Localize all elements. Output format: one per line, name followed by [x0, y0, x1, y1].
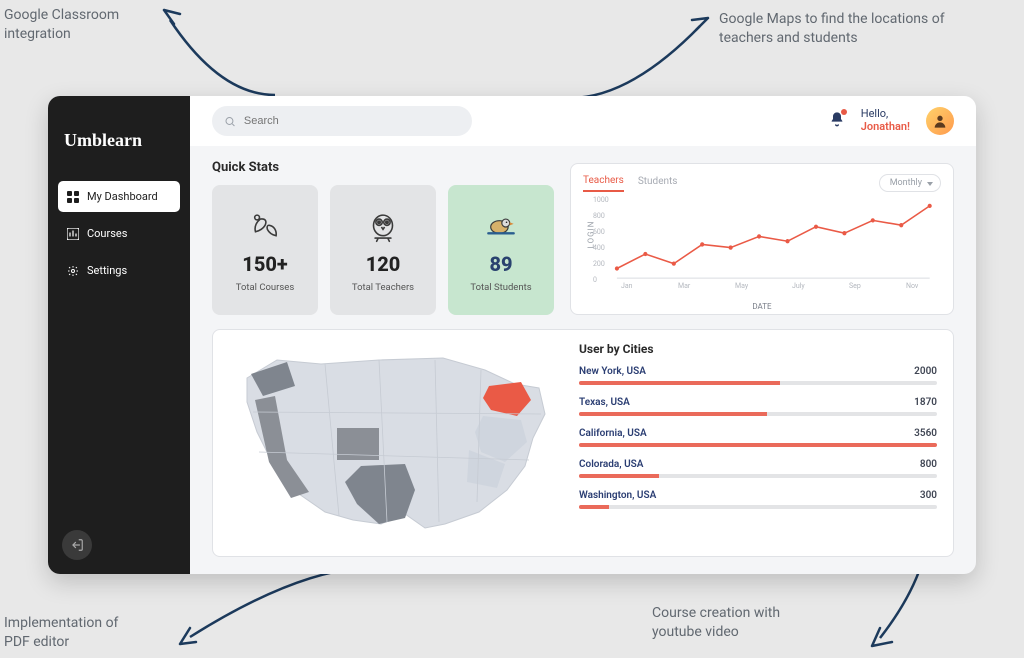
chart-xlabel: DATE: [583, 302, 941, 311]
user-icon: [932, 113, 948, 129]
annotation-bottom-right: Course creation with youtube video: [652, 604, 780, 642]
city-name: Colorada, USA: [579, 459, 643, 470]
city-bar-track: [579, 412, 937, 416]
search-box[interactable]: [212, 106, 472, 136]
sidebar-item-label: Courses: [87, 227, 127, 240]
usa-map: [229, 342, 559, 544]
chart-ytick: 400: [593, 244, 605, 252]
annotation-arrow-icon: [160, 562, 370, 657]
avatar[interactable]: [926, 107, 954, 135]
main-area: Hello, Jonathan! Quick Stats 150+: [190, 96, 976, 574]
chart-ytick: 1000: [593, 196, 609, 204]
chart-xtick: May: [735, 282, 748, 290]
period-dropdown[interactable]: Monthly: [879, 174, 941, 192]
search-input[interactable]: [244, 115, 460, 127]
chart-ytick: 200: [593, 260, 605, 268]
annotation-top-left: Google Classroom integration: [4, 6, 119, 44]
chart-icon: [66, 227, 79, 240]
city-row: Washington, USA 300: [579, 490, 937, 509]
stat-value: 150+: [242, 252, 287, 276]
city-bar-fill: [579, 474, 659, 478]
city-bar-fill: [579, 381, 780, 385]
chart-xtick: Nov: [906, 282, 918, 290]
city-bar-track: [579, 381, 937, 385]
logout-icon: [70, 538, 84, 552]
city-name: Texas, USA: [579, 397, 630, 408]
tab-teachers[interactable]: Teachers: [583, 175, 624, 192]
content-area: Quick Stats 150+ Total Courses: [190, 146, 976, 571]
annotation-bottom-left: Implementation of PDF editor: [4, 614, 118, 652]
city-value: 2000: [914, 366, 937, 377]
cities-list: User by Cities New York, USA 2000 Texas, U…: [579, 342, 937, 544]
greeting: Hello, Jonathan!: [861, 108, 910, 133]
topbar: Hello, Jonathan!: [190, 96, 976, 146]
chart-xtick: July: [792, 282, 805, 290]
city-value: 800: [920, 459, 937, 470]
city-bar-fill: [579, 443, 937, 447]
leaf-icon: [245, 208, 285, 246]
notification-dot-icon: [841, 109, 847, 115]
city-bar-track: [579, 474, 937, 478]
sidebar-item-label: My Dashboard: [87, 190, 158, 203]
city-row: New York, USA 2000: [579, 366, 937, 385]
city-row: Colorada, USA 800: [579, 459, 937, 478]
stat-card-courses: 150+ Total Courses: [212, 185, 318, 315]
chart-body: LOGIN 1000 800 600 400 200 0 Jan Mar May…: [583, 192, 941, 300]
stat-cards: 150+ Total Courses 120 Total Teachers: [212, 185, 554, 315]
city-bar-fill: [579, 412, 767, 416]
sidebar-item-settings[interactable]: Settings: [58, 255, 180, 286]
tab-students[interactable]: Students: [638, 176, 678, 191]
sidebar-item-courses[interactable]: Courses: [58, 218, 180, 249]
annotation-arrow-icon: [130, 0, 280, 105]
sidebar-item-label: Settings: [87, 264, 127, 277]
city-bar-track: [579, 505, 937, 509]
stat-card-teachers: 120 Total Teachers: [330, 185, 436, 315]
city-bar-fill: [579, 505, 609, 509]
brand-logo: Umblearn: [58, 110, 180, 181]
city-row: California, USA 3560: [579, 428, 937, 447]
city-row: Texas, USA 1870: [579, 397, 937, 416]
greeting-name: Jonathan!: [861, 121, 910, 134]
city-bar-track: [579, 443, 937, 447]
notifications-button[interactable]: [829, 111, 845, 131]
gear-icon: [66, 264, 79, 277]
stat-value: 120: [366, 252, 401, 276]
bird-icon: [481, 208, 521, 246]
city-name: Washington, USA: [579, 490, 656, 501]
stat-card-students: 89 Total Students: [448, 185, 554, 315]
annotation-top-right: Google Maps to find the locations of tea…: [719, 10, 945, 48]
app-window: Umblearn My Dashboard Courses Settings: [48, 96, 976, 574]
chart-xtick: Sep: [849, 282, 861, 290]
logout-button[interactable]: [62, 530, 92, 560]
city-name: California, USA: [579, 428, 647, 439]
owl-icon: [363, 208, 403, 246]
line-chart: [583, 192, 941, 300]
city-value: 1870: [914, 397, 937, 408]
city-name: New York, USA: [579, 366, 646, 377]
cities-title: User by Cities: [579, 342, 937, 356]
user-by-cities-panel: User by Cities New York, USA 2000 Texas, U…: [212, 329, 954, 557]
chart-xtick: Jan: [621, 282, 633, 290]
stat-label: Total Students: [470, 282, 531, 293]
sidebar: Umblearn My Dashboard Courses Settings: [48, 96, 190, 574]
chart-ytick: 600: [593, 228, 605, 236]
usa-map-svg: [229, 342, 559, 542]
city-value: 300: [920, 490, 937, 501]
chart-xtick: Mar: [678, 282, 690, 290]
chart-ytick: 0: [593, 276, 597, 284]
sidebar-item-dashboard[interactable]: My Dashboard: [58, 181, 180, 212]
stat-label: Total Teachers: [352, 282, 414, 293]
stat-value: 89: [489, 252, 512, 276]
login-chart-panel: Teachers Students Monthly LOGIN 1000 800…: [570, 163, 954, 315]
search-icon: [224, 115, 236, 128]
grid-icon: [66, 190, 79, 203]
city-value: 3560: [914, 428, 937, 439]
chart-ytick: 800: [593, 212, 605, 220]
stat-label: Total Courses: [236, 282, 294, 293]
